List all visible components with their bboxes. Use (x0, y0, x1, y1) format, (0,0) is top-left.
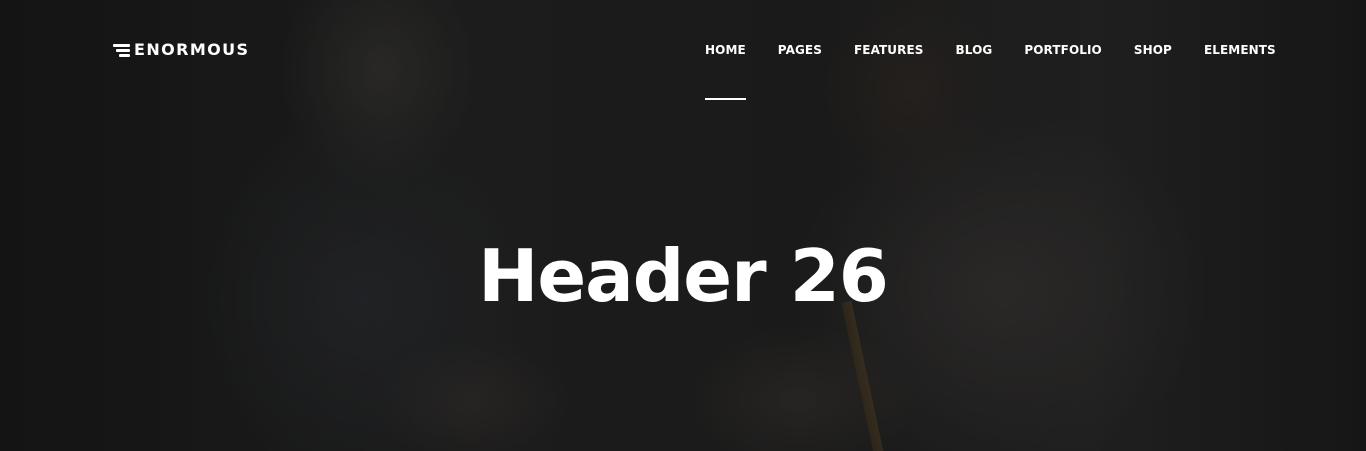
nav-item-elements[interactable]: ELEMENTS (1204, 42, 1276, 58)
logo-text: ENORMOUS (134, 40, 250, 59)
logo-lines-icon (113, 42, 131, 58)
main-navigation: HOME PAGES FEATURES BLOG PORTFOLIO SHOP … (705, 42, 1276, 100)
nav-item-features[interactable]: FEATURES (854, 42, 924, 58)
site-header: ENORMOUS HOME PAGES FEATURES BLOG PORTFO… (0, 0, 1366, 100)
nav-item-shop[interactable]: SHOP (1134, 42, 1172, 58)
page-title: Header 26 (478, 234, 889, 318)
hero-section: ENORMOUS HOME PAGES FEATURES BLOG PORTFO… (0, 0, 1366, 451)
nav-item-home[interactable]: HOME (705, 42, 746, 100)
nav-item-portfolio[interactable]: PORTFOLIO (1024, 42, 1102, 58)
nav-item-pages[interactable]: PAGES (778, 42, 822, 58)
site-logo[interactable]: ENORMOUS (113, 40, 249, 59)
nav-item-blog[interactable]: BLOG (956, 42, 993, 58)
